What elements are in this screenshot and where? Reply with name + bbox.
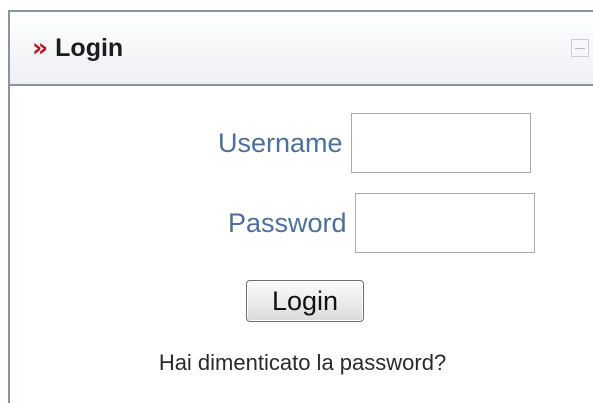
login-button[interactable]: Login (246, 280, 364, 322)
password-row: Password (228, 193, 535, 253)
username-input[interactable] (350, 113, 531, 173)
login-panel: » Login Username Password Login Hai dime… (8, 10, 593, 403)
panel-title: Login (55, 33, 124, 62)
username-row: Username (218, 113, 531, 173)
minus-icon (575, 47, 585, 49)
double-chevron-right-icon: » (32, 32, 48, 62)
username-label: Username (218, 127, 343, 158)
password-label: Password (228, 207, 347, 238)
password-input[interactable] (354, 193, 535, 253)
forgot-password-link[interactable]: Hai dimenticato la password? (10, 350, 593, 376)
panel-header: » Login (10, 12, 593, 86)
collapse-button[interactable] (571, 39, 589, 57)
